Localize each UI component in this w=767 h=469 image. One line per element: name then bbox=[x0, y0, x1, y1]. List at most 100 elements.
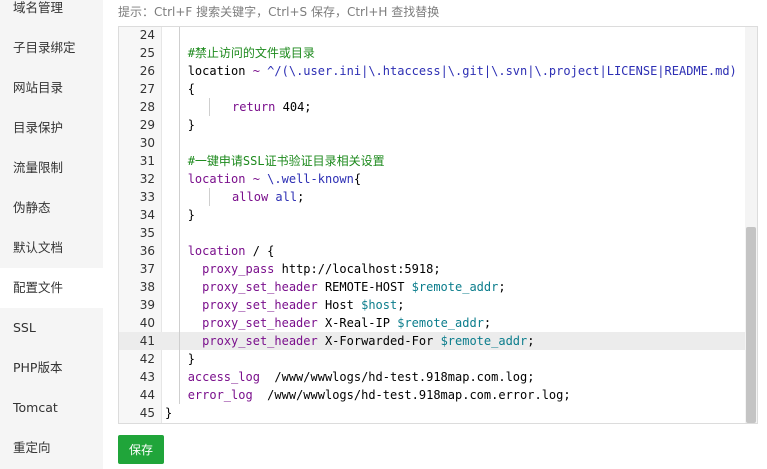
code-token: \.well-known bbox=[267, 172, 354, 186]
code-token: allow bbox=[232, 190, 269, 204]
code-line[interactable]: 32 location ~ \.well-known{ bbox=[119, 170, 747, 188]
sidebar-item[interactable]: 默认文档 bbox=[0, 228, 103, 268]
code-lines[interactable]: 24 25 #禁止访问的文件或目录 26 location ~ ^/(\.user… bbox=[119, 27, 747, 422]
code-line[interactable]: 42 } bbox=[119, 350, 747, 368]
code-token: } bbox=[187, 208, 195, 222]
line-number: 40 bbox=[139, 316, 155, 330]
code-line[interactable]: 39 proxy_set_header Host $host; bbox=[119, 296, 747, 314]
code-token: ; bbox=[527, 334, 535, 348]
code-line[interactable]: 30 bbox=[119, 134, 747, 152]
code-line[interactable]: 33 allow all; bbox=[119, 188, 747, 206]
line-number: 38 bbox=[139, 280, 155, 294]
code-token: X-Real-IP bbox=[317, 316, 398, 330]
line-code: #禁止访问的文件或目录 bbox=[165, 44, 315, 62]
line-code: } bbox=[165, 206, 195, 224]
code-line[interactable]: 40 proxy_set_header X-Real-IP $remote_ad… bbox=[119, 314, 747, 332]
editor-scrollbar[interactable] bbox=[745, 27, 757, 423]
line-code: } bbox=[165, 404, 172, 422]
code-token: ^/(\.user.ini|\.htaccess|\.git|\.svn|\.p… bbox=[267, 64, 737, 78]
line-code: allow all; bbox=[165, 188, 304, 206]
line-number: 29 bbox=[139, 118, 155, 132]
line-number: 27 bbox=[139, 82, 155, 96]
sidebar-item[interactable]: 域名管理 bbox=[0, 0, 103, 28]
code-line[interactable]: 37 proxy_pass http://localhost:5918; bbox=[119, 260, 747, 278]
code-line[interactable]: 44 error_log /www/wwwlogs/hd-test.918map… bbox=[119, 386, 747, 404]
code-token: proxy_set_header bbox=[202, 316, 318, 330]
code-token: /www/wwwlogs/hd-test.918map.com.error.lo… bbox=[252, 388, 571, 402]
code-token: { bbox=[353, 172, 362, 186]
line-number: 25 bbox=[139, 46, 155, 60]
code-token: X-Forwarded-For bbox=[317, 334, 441, 348]
code-line[interactable]: 28 return 404; bbox=[119, 98, 747, 116]
code-token: proxy_set_header bbox=[202, 280, 318, 294]
code-token: ; bbox=[483, 316, 492, 330]
code-editor[interactable]: 24 25 #禁止访问的文件或目录 26 location ~ ^/(\.user… bbox=[118, 26, 758, 424]
code-token: #禁止访问的文件或目录 bbox=[187, 46, 315, 60]
code-token: $host bbox=[361, 298, 398, 312]
line-code: proxy_set_header X-Forwarded-For $remote… bbox=[165, 332, 535, 350]
code-line[interactable]: 24 bbox=[119, 27, 747, 44]
sidebar-item[interactable]: 伪静态 bbox=[0, 188, 103, 228]
code-line[interactable]: 35 bbox=[119, 224, 747, 242]
line-number: 44 bbox=[139, 388, 155, 402]
code-token: access_log bbox=[187, 370, 260, 384]
code-token: proxy_set_header bbox=[202, 298, 318, 312]
code-token: location bbox=[187, 172, 246, 186]
line-number: 35 bbox=[139, 226, 155, 240]
sidebar-item[interactable]: 网站目录 bbox=[0, 68, 103, 108]
line-code: error_log /www/wwwlogs/hd-test.918map.co… bbox=[165, 386, 571, 404]
code-token: http://localhost:5918; bbox=[274, 262, 441, 276]
sidebar-item[interactable]: Tomcat bbox=[0, 388, 103, 428]
line-code: return 404; bbox=[165, 98, 312, 116]
line-number: 39 bbox=[139, 298, 155, 312]
line-number: 31 bbox=[139, 154, 155, 168]
sidebar-item[interactable]: SSL bbox=[0, 308, 103, 348]
code-token: Host bbox=[317, 298, 362, 312]
code-line[interactable]: 27 { bbox=[119, 80, 747, 98]
sidebar-item[interactable]: 流量限制 bbox=[0, 148, 103, 188]
code-token: ~ bbox=[245, 172, 268, 186]
save-button[interactable]: 保存 bbox=[118, 435, 164, 464]
code-line[interactable]: 25 #禁止访问的文件或目录 bbox=[119, 44, 747, 62]
code-token: error_log bbox=[187, 388, 253, 402]
code-line[interactable]: 36 location / { bbox=[119, 242, 747, 260]
code-line[interactable]: 31 #一键申请SSL证书验证目录相关设置 bbox=[119, 152, 747, 170]
line-code: { bbox=[165, 80, 195, 98]
line-code: } bbox=[165, 116, 195, 134]
code-line[interactable]: 41 proxy_set_header X-Forwarded-For $rem… bbox=[119, 332, 747, 350]
sidebar-item[interactable]: 子目录绑定 bbox=[0, 28, 103, 68]
code-token: location bbox=[187, 244, 246, 258]
line-code: proxy_set_header X-Real-IP $remote_addr; bbox=[165, 314, 491, 332]
line-number: 26 bbox=[139, 64, 155, 78]
code-token: REMOTE-HOST bbox=[317, 280, 412, 294]
sidebar-item[interactable]: PHP版本 bbox=[0, 348, 103, 388]
code-line[interactable]: 45} bbox=[119, 404, 747, 422]
code-line[interactable]: 29 } bbox=[119, 116, 747, 134]
shortcut-hint: 提示：Ctrl+F 搜索关键字，Ctrl+S 保存，Ctrl+H 查找替换 bbox=[118, 5, 440, 19]
line-number: 34 bbox=[139, 208, 155, 222]
line-code: proxy_pass http://localhost:5918; bbox=[165, 260, 441, 278]
code-token: $remote_addr bbox=[397, 316, 484, 330]
code-token: ~ bbox=[245, 64, 268, 78]
sidebar-item[interactable]: 配置文件 bbox=[0, 268, 103, 308]
code-token: all bbox=[268, 190, 298, 204]
code-line[interactable]: 43 access_log /www/wwwlogs/hd-test.918ma… bbox=[119, 368, 747, 386]
code-line[interactable]: 38 proxy_set_header REMOTE-HOST $remote_… bbox=[119, 278, 747, 296]
line-number: 36 bbox=[139, 244, 155, 258]
line-number: 30 bbox=[139, 136, 155, 150]
line-number: 33 bbox=[139, 190, 155, 204]
code-line[interactable]: 34 } bbox=[119, 206, 747, 224]
scrollbar-thumb[interactable] bbox=[746, 227, 756, 423]
line-code bbox=[165, 27, 188, 44]
line-number: 42 bbox=[139, 352, 155, 366]
code-token: proxy_pass bbox=[202, 262, 275, 276]
line-code: location / { bbox=[165, 242, 274, 260]
code-token: $remote_addr bbox=[440, 334, 528, 348]
sidebar-item[interactable]: 目录保护 bbox=[0, 108, 103, 148]
code-token: } bbox=[165, 406, 173, 420]
line-code bbox=[165, 224, 188, 242]
code-line[interactable]: 26 location ~ ^/(\.user.ini|\.htaccess|\… bbox=[119, 62, 747, 80]
sidebar-item[interactable]: 重定向 bbox=[0, 428, 103, 468]
line-number: 43 bbox=[139, 370, 155, 384]
code-token: /www/wwwlogs/hd-test.918map.com.log; bbox=[259, 370, 535, 384]
